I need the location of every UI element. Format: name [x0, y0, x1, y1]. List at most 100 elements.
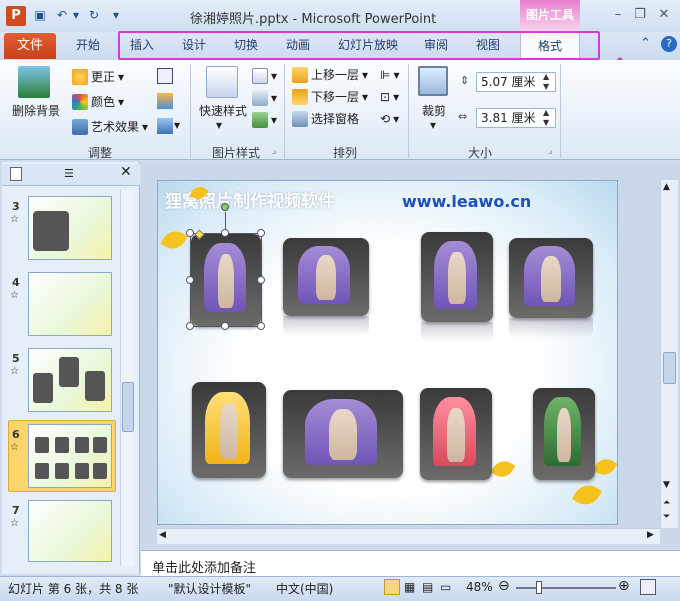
layout-icon — [252, 112, 268, 128]
thumbnail-photo — [85, 371, 105, 401]
compress-pictures-icon[interactable] — [157, 68, 173, 84]
transition-star-icon: ☆ — [10, 366, 19, 377]
ribbon-separator — [408, 64, 409, 158]
outline-tab-icon[interactable]: ☰ — [64, 167, 74, 180]
slideshow-view-icon[interactable]: ▭ — [440, 580, 451, 594]
scroll-left-icon[interactable]: ◀ — [159, 530, 166, 540]
width-spinner-icon[interactable]: ▲ ▼ — [543, 108, 549, 128]
group-button[interactable]: ⊡ ▾ — [380, 90, 399, 104]
corrections-button[interactable]: 更正 ▾ — [72, 68, 124, 85]
align-button[interactable]: ⊫ ▾ — [380, 68, 399, 82]
slides-scrollbar[interactable] — [120, 190, 134, 566]
dialog-launcher-icon[interactable]: ⌟ — [548, 146, 552, 156]
transition-star-icon: ☆ — [10, 518, 19, 529]
powerpoint-logo-icon[interactable]: P — [6, 6, 26, 26]
resize-handle[interactable] — [186, 229, 194, 237]
theme-name[interactable]: "默认设计模板" — [168, 580, 251, 597]
slide-url-text[interactable]: www.leawo.cn — [402, 192, 531, 211]
editor-horizontal-scrollbar[interactable]: ◀ ▶ — [157, 528, 660, 544]
photo-4[interactable] — [509, 238, 593, 318]
slide-thumbnail-7[interactable] — [28, 500, 112, 562]
rotate-button[interactable]: ⟲ ▾ — [380, 112, 399, 126]
thumbnail-photo — [35, 463, 49, 479]
dropdown-icon: ▾ — [271, 69, 278, 83]
undo-dropdown-icon[interactable]: ▾ — [68, 7, 84, 23]
photo-6[interactable] — [283, 390, 403, 478]
picture-border-button[interactable]: ▾ — [252, 68, 277, 84]
slide-sorter-icon[interactable]: ▦ — [404, 580, 415, 594]
slide-thumbnail-6[interactable] — [28, 424, 112, 488]
restore-icon[interactable]: ❐ — [630, 6, 650, 24]
width-icon: ⇔ — [458, 110, 468, 123]
scroll-thumb[interactable] — [663, 352, 676, 384]
resize-handle[interactable] — [257, 322, 265, 330]
zoom-out-icon[interactable]: ⊖ — [498, 578, 510, 594]
resize-handle[interactable] — [257, 276, 265, 284]
previous-slide-icon[interactable]: ⏶ — [663, 498, 670, 508]
dropdown-icon: ▾ — [142, 119, 149, 134]
artistic-effects-button[interactable]: 艺术效果 ▾ — [72, 118, 148, 135]
slide-number: 4 — [12, 276, 20, 289]
photo-2[interactable] — [283, 238, 369, 316]
zoom-slider-thumb[interactable] — [536, 581, 542, 594]
redo-icon[interactable]: ↻ — [86, 7, 102, 23]
tab-home[interactable]: 开始 — [66, 32, 110, 59]
send-backward-button[interactable]: 下移一层 ▾ — [292, 88, 368, 105]
close-icon[interactable]: ✕ — [654, 6, 674, 24]
send-backward-label: 下移一层 — [311, 90, 360, 104]
help-icon[interactable]: ? — [661, 36, 678, 52]
customize-qat-icon[interactable]: ▾ — [108, 7, 124, 23]
editor-vertical-scrollbar[interactable]: ▲ ▼ ⏶ ⏷ — [660, 180, 678, 528]
close-pane-icon[interactable]: ✕ — [120, 164, 132, 180]
reading-view-icon[interactable]: ▤ — [422, 580, 433, 594]
thumbnail-photo — [55, 437, 69, 453]
tab-file[interactable]: 文件 — [4, 33, 56, 59]
minimize-icon[interactable]: – — [608, 6, 628, 24]
rotate-icon: ⟲ — [380, 112, 391, 126]
zoom-level[interactable]: 48% — [466, 580, 493, 594]
language-indicator[interactable]: 中文(中国) — [276, 580, 333, 597]
thumbnail-photo — [59, 357, 79, 387]
art-effects-icon — [72, 118, 88, 135]
normal-view-icon[interactable] — [384, 579, 400, 595]
next-slide-icon[interactable]: ⏷ — [663, 512, 670, 522]
scroll-down-icon[interactable]: ▼ — [663, 480, 670, 490]
slide-thumbnail-3[interactable] — [28, 196, 112, 260]
picture-layout-button[interactable]: ▾ — [252, 112, 277, 128]
ribbon-minimize-icon[interactable]: ⌃ — [640, 36, 651, 51]
slides-tab-icon[interactable] — [10, 167, 22, 181]
resize-handle[interactable] — [221, 322, 229, 330]
photo-5[interactable] — [192, 382, 266, 478]
photo-8[interactable] — [533, 388, 595, 480]
save-icon[interactable]: ▣ — [32, 7, 48, 23]
resize-handle[interactable] — [186, 276, 194, 284]
panel-tabs: ☰ ✕ — [2, 164, 140, 186]
fit-to-window-icon[interactable] — [640, 579, 656, 595]
resize-handle[interactable] — [257, 229, 265, 237]
dropdown-icon: ▾ — [271, 113, 278, 127]
photo-3[interactable] — [421, 232, 493, 322]
rotate-handle[interactable] — [221, 203, 229, 211]
slide-title-text[interactable]: 狸窝照片制作视频软件 — [165, 187, 335, 212]
zoom-slider-track[interactable] — [516, 587, 616, 589]
quick-styles-icon — [206, 66, 238, 98]
height-spinner-icon[interactable]: ▲ ▼ — [543, 72, 549, 92]
picture-effects-button[interactable]: ▾ — [252, 90, 277, 106]
scroll-up-icon[interactable]: ▲ — [663, 182, 670, 192]
slide-thumbnail-4[interactable] — [28, 272, 112, 336]
notes-placeholder[interactable]: 单击此处添加备注 — [152, 557, 256, 576]
dialog-launcher-icon[interactable]: ⌟ — [272, 146, 276, 156]
scroll-thumb[interactable] — [122, 382, 134, 432]
resize-handle[interactable] — [186, 322, 194, 330]
resize-handle[interactable] — [221, 229, 229, 237]
change-picture-icon[interactable] — [157, 93, 173, 109]
slide-thumbnail-5[interactable] — [28, 348, 112, 412]
selection-pane-button[interactable]: 选择窗格 — [292, 110, 359, 127]
scroll-right-icon[interactable]: ▶ — [647, 530, 654, 540]
reset-picture-icon[interactable] — [157, 118, 173, 134]
bring-forward-button[interactable]: 上移一层 ▾ — [292, 66, 368, 83]
zoom-in-icon[interactable]: ⊕ — [618, 578, 630, 594]
photo-7[interactable] — [420, 388, 492, 480]
reset-dropdown[interactable]: ▾ — [174, 118, 180, 132]
color-button[interactable]: 颜色 ▾ — [72, 93, 124, 110]
